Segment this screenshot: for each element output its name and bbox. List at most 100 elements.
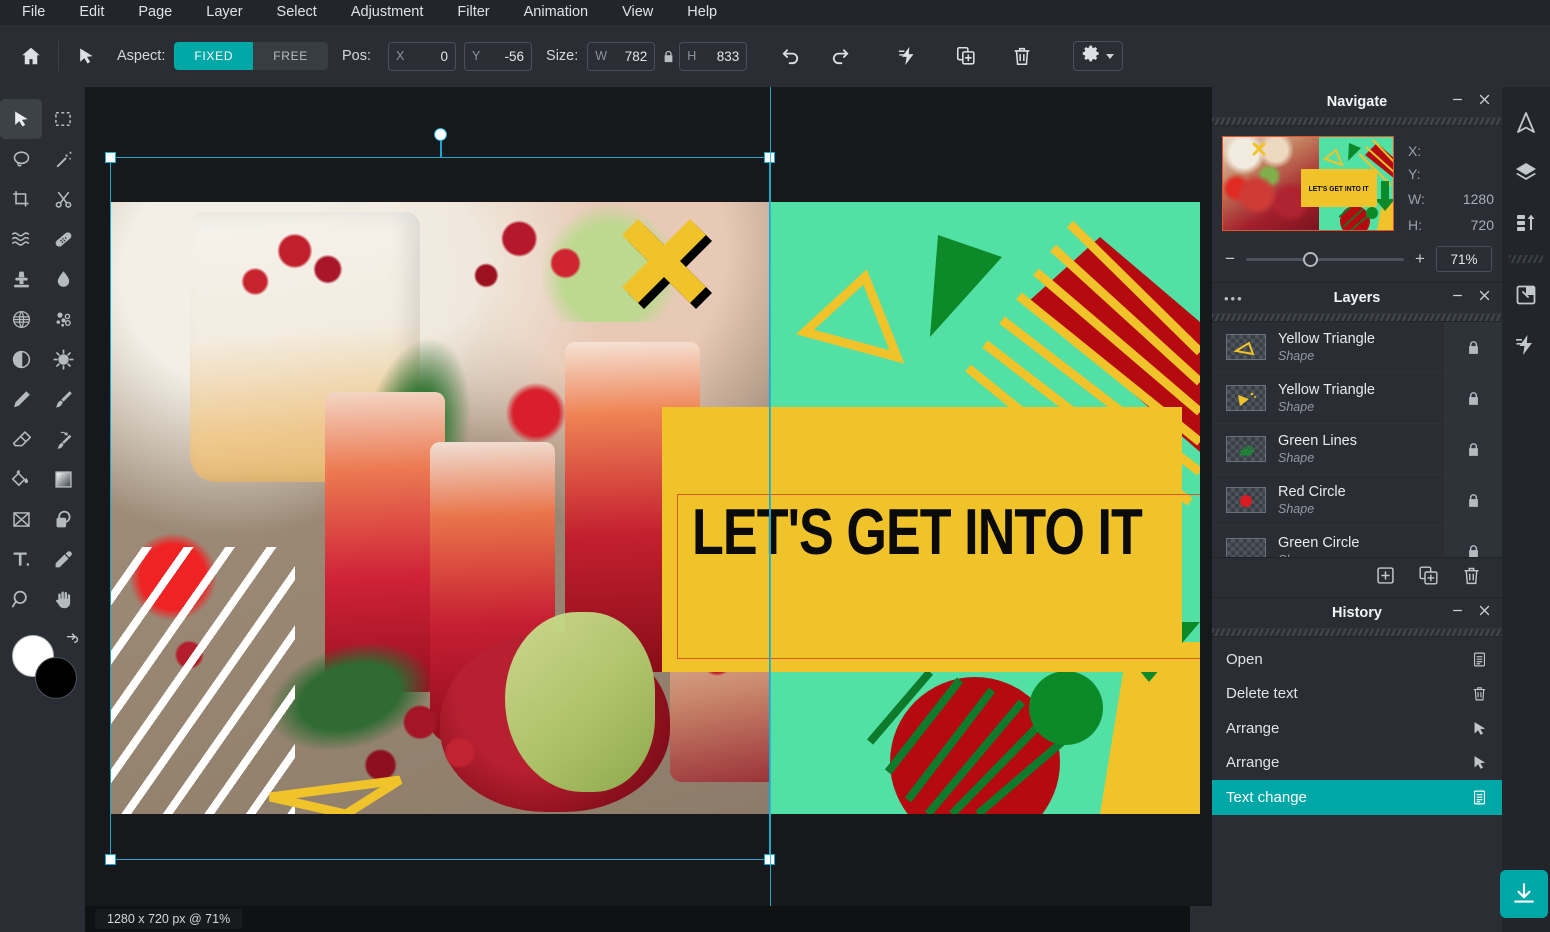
trash-icon[interactable] — [1461, 565, 1482, 591]
zoom-slider-knob[interactable] — [1302, 251, 1318, 267]
canvas-area[interactable]: LET'S GET INTO IT 1280 x 720 px @ 71% — [85, 87, 1212, 932]
navigate-panel-grip[interactable] — [1212, 117, 1502, 126]
droplet-icon[interactable] — [42, 259, 84, 299]
swap-arrows-icon[interactable] — [64, 631, 81, 653]
paint-bucket-icon[interactable] — [0, 459, 42, 499]
menu-item-edit[interactable]: Edit — [79, 0, 104, 25]
zoom-slider[interactable] — [1246, 251, 1404, 267]
list-item[interactable]: Arrange — [1212, 746, 1502, 781]
navigate-minimize-icon[interactable] — [1450, 92, 1465, 112]
undo-icon[interactable] — [773, 39, 807, 73]
banner-text[interactable]: LET'S GET INTO IT — [692, 494, 1143, 569]
lock-icon[interactable] — [1444, 322, 1502, 373]
aspect-lock-icon[interactable] — [661, 49, 676, 64]
rotation-handle[interactable] — [433, 128, 447, 141]
table-row[interactable]: Green Lines Shape — [1212, 423, 1502, 475]
menu-item-file[interactable]: File — [22, 0, 45, 25]
position-x-input[interactable]: X 0 — [388, 41, 457, 71]
zoom-in-button[interactable]: + — [1414, 249, 1426, 269]
gradient-icon[interactable] — [42, 459, 84, 499]
globe-grid-icon[interactable] — [0, 299, 42, 339]
aspect-free-button[interactable]: FREE — [253, 42, 329, 70]
resize-handle-bottom-left[interactable] — [105, 854, 116, 865]
rounded-shape-icon[interactable] — [42, 499, 84, 539]
home-icon[interactable] — [14, 39, 48, 73]
layers-panel-grip[interactable] — [1212, 313, 1502, 322]
lock-icon[interactable] — [1444, 372, 1502, 424]
brush-icon[interactable] — [42, 379, 84, 419]
layers-icon[interactable] — [1508, 155, 1544, 191]
layers-list[interactable]: Yellow Triangle Shape Yellow Triangle Sh… — [1212, 322, 1502, 557]
menu-item-animation[interactable]: Animation — [524, 0, 588, 25]
history-minimize-icon[interactable] — [1450, 603, 1465, 623]
layers-close-icon[interactable] — [1477, 288, 1492, 308]
history-panel-grip[interactable] — [1212, 628, 1502, 637]
table-row[interactable]: Red Circle Shape — [1212, 474, 1502, 526]
eyedropper-icon[interactable] — [42, 539, 84, 579]
color-swatches[interactable] — [12, 633, 82, 699]
horizontal-scrollbar[interactable] — [1190, 906, 1212, 932]
export-download-button[interactable] — [1500, 870, 1548, 918]
background-color-swatch[interactable] — [35, 657, 77, 699]
menu-item-help[interactable]: Help — [687, 0, 717, 25]
size-height-input[interactable]: H 833 — [679, 41, 748, 71]
navigate-thumbnail[interactable]: LET'S GET INTO IT — [1222, 136, 1394, 231]
history-list[interactable]: Open Delete text Arrange Arrange Text ch… — [1212, 637, 1502, 815]
position-y-input[interactable]: Y -56 — [464, 41, 533, 71]
settings-dropdown[interactable] — [1073, 41, 1124, 71]
lock-icon[interactable] — [1444, 525, 1502, 557]
dots-icon[interactable] — [42, 299, 84, 339]
table-row[interactable]: Yellow Triangle Shape — [1212, 372, 1502, 424]
menu-item-layer[interactable]: Layer — [206, 0, 242, 25]
magic-wand-tool[interactable] — [42, 139, 84, 179]
size-width-input[interactable]: W 782 — [587, 41, 656, 71]
lasso-tool[interactable] — [0, 139, 42, 179]
lock-icon[interactable] — [1444, 474, 1502, 526]
lightning-icon[interactable] — [891, 39, 925, 73]
text-t-icon[interactable] — [0, 539, 42, 579]
magnifier-icon[interactable] — [0, 579, 42, 619]
table-row[interactable]: Green Circle Shape — [1212, 525, 1502, 557]
crop-tool[interactable] — [0, 179, 42, 219]
trash-icon[interactable] — [1005, 39, 1039, 73]
history-brush-icon[interactable] — [42, 419, 84, 459]
bandage-icon[interactable] — [42, 219, 84, 259]
compass-icon[interactable] — [1508, 105, 1544, 141]
menu-item-select[interactable]: Select — [277, 0, 317, 25]
table-row[interactable]: Yellow Triangle Shape — [1212, 322, 1502, 373]
menu-item-filter[interactable]: Filter — [457, 0, 489, 25]
sun-gear-icon[interactable] — [42, 339, 84, 379]
zoom-out-button[interactable]: − — [1224, 249, 1236, 269]
marquee-select-tool[interactable] — [42, 99, 84, 139]
list-item[interactable]: Text change — [1212, 780, 1502, 815]
resize-handle-top-left[interactable] — [105, 152, 116, 163]
stamp-icon[interactable] — [0, 259, 42, 299]
pen-icon[interactable] — [0, 379, 42, 419]
move-tool[interactable] — [0, 99, 42, 139]
wave-icon[interactable] — [0, 219, 42, 259]
cursor-icon[interactable] — [69, 39, 103, 73]
list-item[interactable]: Delete text — [1212, 677, 1502, 712]
list-item[interactable]: Open — [1212, 642, 1502, 677]
zoom-value-input[interactable]: 71% — [1436, 246, 1492, 272]
yellow-banner-shape[interactable]: LET'S GET INTO IT — [662, 407, 1182, 672]
artboard[interactable]: LET'S GET INTO IT — [110, 202, 1200, 814]
lightning-icon[interactable] — [1508, 327, 1544, 363]
add-layer-icon[interactable] — [1375, 565, 1396, 591]
redo-icon[interactable] — [823, 39, 857, 73]
duplicate-layer-icon[interactable] — [1418, 565, 1439, 591]
eraser-icon[interactable] — [0, 419, 42, 459]
navigate-close-icon[interactable] — [1477, 92, 1492, 112]
history-icon[interactable] — [1508, 205, 1544, 241]
duplicate-icon[interactable] — [949, 39, 983, 73]
menu-item-adjustment[interactable]: Adjustment — [351, 0, 424, 25]
more-options-icon[interactable]: ••• — [1224, 291, 1244, 306]
aspect-fixed-button[interactable]: FIXED — [174, 42, 254, 70]
history-close-icon[interactable] — [1477, 603, 1492, 623]
hand-icon[interactable] — [42, 579, 84, 619]
menu-item-view[interactable]: View — [622, 0, 653, 25]
lock-icon[interactable] — [1444, 423, 1502, 475]
menu-item-page[interactable]: Page — [138, 0, 172, 25]
transform-box-icon[interactable] — [0, 499, 42, 539]
scissors-icon[interactable] — [42, 179, 84, 219]
